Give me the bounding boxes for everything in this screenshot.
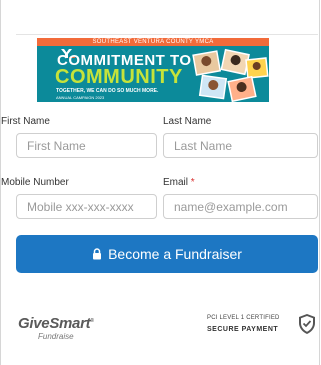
pci-certified-label: PCI LEVEL 1 CERTIFIED — [207, 315, 280, 321]
lock-icon — [92, 247, 102, 260]
last-name-label: Last Name — [163, 116, 212, 127]
email-label: Email * — [163, 177, 195, 189]
required-marker: * — [190, 177, 195, 188]
banner-photo-collage — [187, 47, 269, 102]
become-fundraiser-button[interactable]: Become a Fundraiser — [16, 235, 318, 273]
secure-payment-label: SECURE PAYMENT — [207, 326, 279, 333]
givesmart-sub: Fundraise — [38, 332, 74, 341]
givesmart-registered-mark: ® — [90, 318, 94, 324]
email-input[interactable] — [163, 194, 318, 219]
givesmart-brand-name: GiveSmart — [18, 315, 91, 332]
banner-headline-2: COMMUNITY — [55, 66, 183, 88]
header-divider — [16, 34, 318, 35]
become-fundraiser-label: Become a Fundraiser — [108, 246, 242, 262]
banner-campaign: ANNUAL CAMPAIGN 2023 — [56, 95, 105, 100]
campaign-banner: SOUTHEAST VENTURA COUNTY YMCA COMMITMENT… — [37, 38, 269, 102]
givesmart-brand: GiveSmart® — [18, 313, 94, 332]
last-name-input[interactable] — [163, 133, 318, 158]
banner-tagline: TOGETHER, WE CAN DO SO MUCH MORE. — [56, 88, 159, 94]
first-name-label: First Name — [1, 116, 50, 127]
page-border-right — [319, 0, 320, 365]
mobile-number-input[interactable] — [16, 194, 157, 219]
first-name-input[interactable] — [16, 133, 157, 158]
mobile-number-label: Mobile Number — [1, 177, 69, 188]
banner-org-name: SOUTHEAST VENTURA COUNTY YMCA — [92, 39, 214, 45]
shield-check-icon — [297, 313, 317, 335]
givesmart-logo: GiveSmart® Fundraise — [18, 313, 94, 342]
email-label-text: Email — [163, 177, 189, 188]
